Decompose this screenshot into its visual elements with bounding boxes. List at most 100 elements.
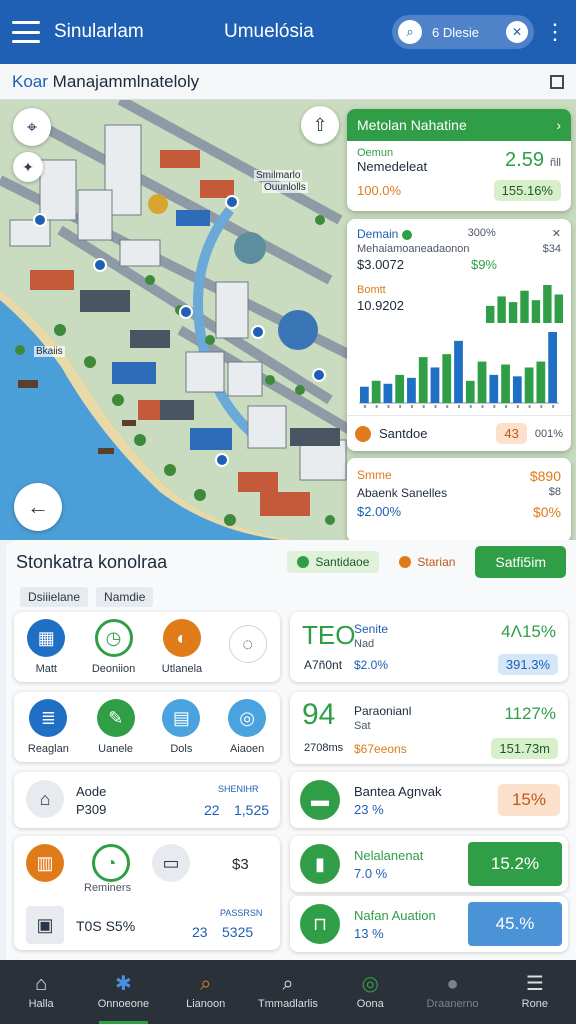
quick-actions-tile[interactable]: ▦ Matt ◷ Deoniion ◐ Utlanela ◌: [14, 612, 280, 682]
section-prefix: Koar: [12, 71, 48, 91]
stat-value-mid: $8: [548, 486, 561, 498]
filter-tag[interactable]: Namdie: [96, 587, 154, 607]
map-icon: ▤: [162, 699, 201, 737]
summary-small: SHENIHR: [218, 784, 259, 794]
compass-icon[interactable]: ✦: [13, 152, 43, 182]
chart-tick: [422, 405, 425, 408]
document-icon: ≣: [29, 699, 68, 737]
bookmark-icon: ⊓: [300, 904, 340, 944]
metric-value: 7.0 %: [354, 866, 388, 881]
metric-tile-4[interactable]: ▮ Nelalanenat 7.0 % 15.2%: [290, 836, 568, 892]
stat-label: Nemedeleat: [357, 159, 428, 174]
tool-item[interactable]: ▤ Dols: [162, 699, 201, 755]
metric-big: 94: [302, 698, 336, 731]
nav-label: Rone: [521, 998, 548, 1010]
quick-action-item[interactable]: ▦ Matt: [27, 619, 66, 675]
quick-action-item[interactable]: ◐ Utlanela: [162, 619, 202, 675]
chart-bar: [489, 374, 499, 403]
compass-icon: ◎: [228, 699, 267, 737]
subheader: Koar Manajammlnateloly: [0, 64, 576, 100]
locate-icon[interactable]: ⌖: [13, 108, 51, 146]
summary-tile[interactable]: ⌂ Aode P309 SHENIHR 22 1,525: [14, 772, 280, 828]
nav-label: Onnoeone: [97, 998, 150, 1010]
more-vertical-icon[interactable]: ⋮: [544, 21, 566, 43]
bus-icon: ▭: [152, 844, 190, 882]
search-icon[interactable]: ⌕: [398, 20, 422, 44]
nav-item-oona[interactable]: ◎ Oona: [329, 960, 411, 1024]
nav-item-puzzle[interactable]: ✱ Onnoeone: [82, 960, 164, 1024]
filter-tag[interactable]: Dsiiielane: [20, 587, 89, 607]
metric-tile-2[interactable]: 94 Paraonianl Sat 1127% 2708ms $67eeons …: [290, 692, 568, 764]
chart-bar: [442, 354, 452, 403]
metric-sub-value: $67eeons: [354, 742, 407, 756]
status-dot-icon: [297, 556, 310, 568]
nav-label: Draanerno: [426, 998, 479, 1010]
chevron-right-icon[interactable]: ›: [556, 117, 561, 133]
metric-pill: 391.3%: [497, 654, 558, 675]
nav-item-lianoon[interactable]: ⌕ Lianoon: [165, 960, 247, 1024]
search-box[interactable]: ⌕ 6 Dlesie ✕: [392, 15, 534, 49]
tool-item[interactable]: ✎ Uanele: [96, 699, 135, 755]
tool-item[interactable]: ◎ Aiaoen: [228, 699, 267, 755]
tablet-icon: ▮: [300, 844, 340, 884]
nav-item-search[interactable]: ⌕ Tmmadlarlis: [247, 960, 329, 1024]
close-icon[interactable]: ✕: [552, 227, 561, 241]
nav-label: Halla: [28, 998, 54, 1010]
tool-item[interactable]: ≣ Reaglan: [28, 699, 69, 755]
chart-card[interactable]: Demain 300% ✕ Mehaiamoaneadaonon $34 $3.…: [347, 219, 571, 451]
chart-tick: [516, 405, 519, 408]
chart-tick: [552, 405, 555, 408]
stat-value-top: $890: [529, 468, 561, 484]
mini-bar-chart: [486, 285, 563, 323]
chart-bar: [501, 364, 510, 403]
status-chip-orange[interactable]: Starian: [389, 551, 465, 573]
target-icon: ◎: [361, 973, 379, 995]
chart-card-title: Demain: [357, 227, 399, 241]
chart-tick: [458, 405, 460, 408]
stat-card-primary[interactable]: Metolan Nahatine › Oemun Nemedeleat 2.59…: [347, 109, 571, 211]
metric-tile-3[interactable]: ▬ Bantea Agnvak 23 % 15%: [290, 772, 568, 828]
status-chip-label: Starian: [417, 555, 456, 569]
search-text[interactable]: 6 Dlesie: [432, 25, 496, 40]
metric-value: 23 %: [354, 802, 384, 817]
quick-action-item[interactable]: ◷ Deoniion: [92, 619, 135, 675]
chart-tick: [387, 405, 390, 408]
chart-tick: [493, 405, 496, 408]
reminders-value-b: 5325: [222, 924, 254, 940]
stat-card-title: Smme: [357, 468, 392, 482]
metric-tile-5[interactable]: ⊓ Nafan Auation 13 % 45.%: [290, 896, 568, 952]
summary-value-2: 1,525: [234, 802, 270, 818]
navigation-icon[interactable]: ⇧: [301, 106, 339, 144]
chart-tick: [469, 405, 472, 408]
tool-label: Dols: [170, 743, 193, 755]
map-label-1: Bkaiis: [34, 346, 65, 357]
metric-tile-1[interactable]: ТЕО Senite Nad 4Ʌ15% A7ñ0nt $2.0% 391.3%: [290, 612, 568, 682]
mini-chart-bar: [486, 305, 495, 323]
nav-item-home[interactable]: ⌂ Halla: [0, 960, 82, 1024]
tools-tile[interactable]: ≣ Reaglan ✎ Uanele ▤ Dols ◎ Aiaoen: [14, 692, 280, 762]
chart-tick: [540, 405, 543, 408]
home-icon: ⌂: [35, 973, 48, 995]
chart-bar: [524, 367, 534, 403]
chart-bar: [383, 383, 393, 403]
reminders-tile[interactable]: ▥ ◔ Reminers ▭ $3 ▣ T0S S5% PASSRSN 23 5…: [14, 836, 280, 950]
grid-icon[interactable]: [550, 74, 564, 89]
close-icon[interactable]: ✕: [506, 21, 528, 43]
stat-label-small: Oemun: [357, 147, 394, 159]
nav-item-draanerno[interactable]: ● Draanerno: [411, 960, 493, 1024]
menu-icon: ☰: [525, 973, 544, 995]
status-chip-green[interactable]: Santidaoe: [287, 551, 380, 573]
back-arrow-icon[interactable]: ←: [14, 483, 62, 531]
nav-item-rone[interactable]: ☰ Rone: [494, 960, 576, 1024]
chart-bar: [477, 361, 487, 403]
metric-pill: 151.73m: [491, 738, 558, 759]
chart-bar: [418, 357, 428, 403]
primary-action-button[interactable]: Satfi5im: [475, 546, 566, 578]
stat-card-header[interactable]: Metolan Nahatine ›: [347, 109, 571, 141]
stat-card-secondary[interactable]: Smme $890 Abaenk Sanelles $8 $2.00% $0%: [347, 458, 571, 542]
metric-label-2: Sat: [354, 720, 371, 732]
metric-value: 4Ʌ15%: [501, 622, 556, 641]
chat-icon: ▬: [300, 780, 340, 820]
hamburger-icon[interactable]: [12, 21, 40, 43]
quick-action-item[interactable]: ◌: [228, 625, 267, 669]
